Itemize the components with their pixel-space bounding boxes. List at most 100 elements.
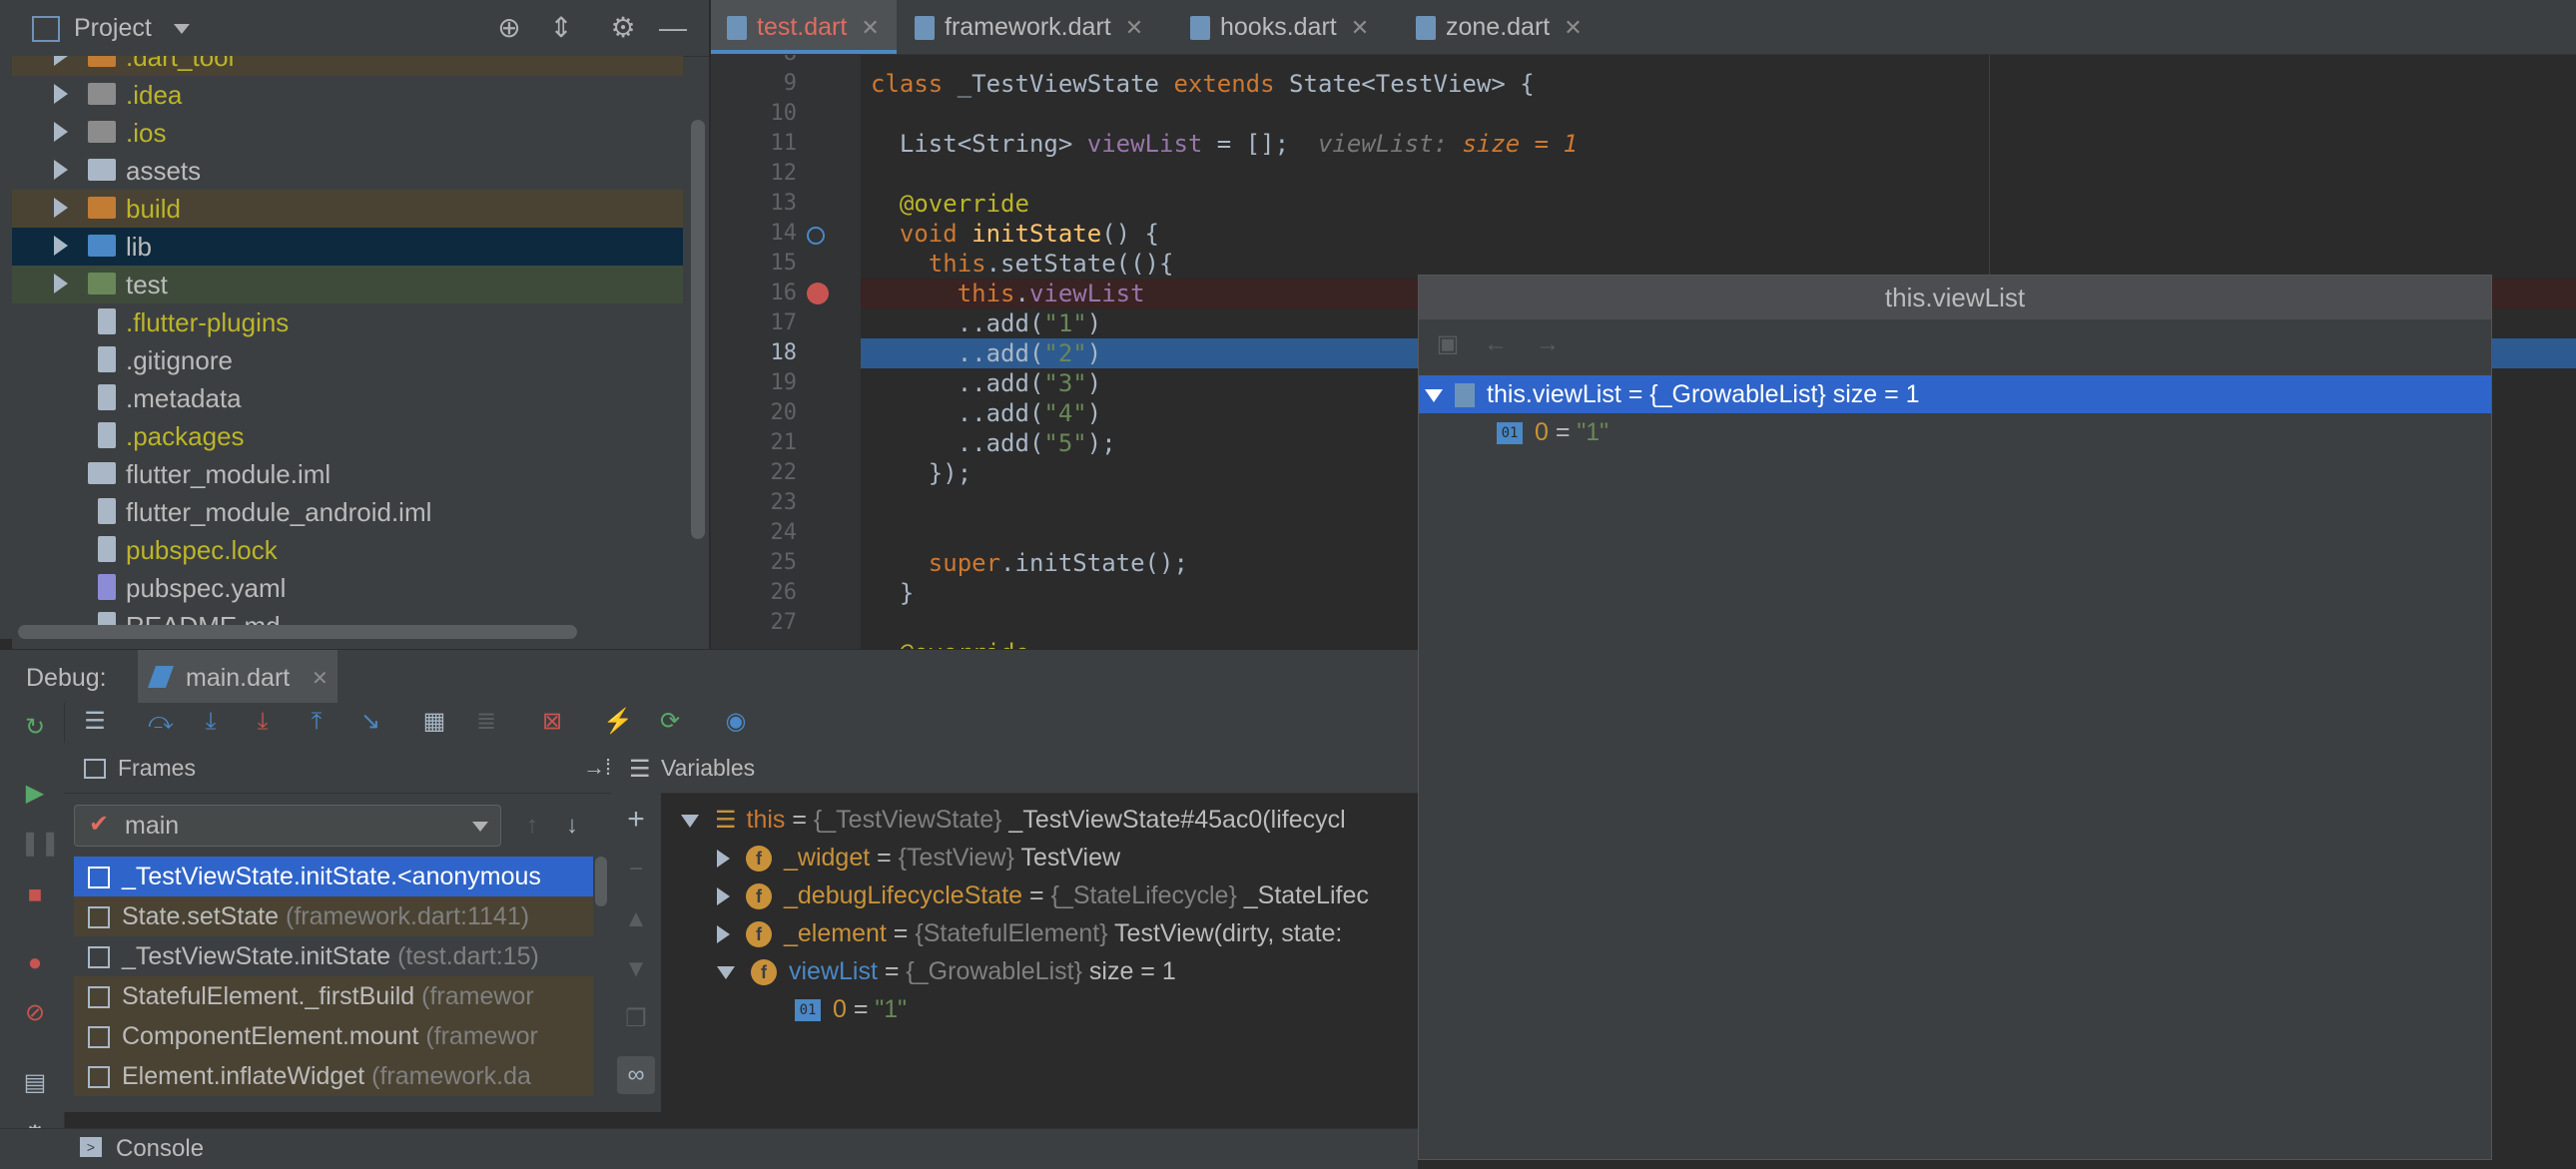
- project-panel: Project ⊕ ⇕ ⚙ — .dart_tool .idea .ios as…: [12, 0, 709, 649]
- mute-breakpoints-icon[interactable]: ⊘: [20, 998, 50, 1028]
- expand-arrow-icon[interactable]: [54, 160, 68, 180]
- tree-item-flutter-module-android-iml[interactable]: flutter_module_android.iml: [12, 493, 683, 531]
- locate-icon[interactable]: ⊕: [493, 12, 525, 44]
- expand-arrow-icon[interactable]: [54, 84, 68, 104]
- expand-arrow-icon[interactable]: [54, 122, 68, 142]
- frame-row[interactable]: _TestViewState.initState (test.dart:15): [74, 936, 593, 976]
- gear-icon[interactable]: ⚙: [607, 12, 639, 44]
- minimize-icon[interactable]: —: [657, 12, 689, 44]
- tree-item-assets[interactable]: assets: [12, 152, 683, 190]
- tree-item-gitignore[interactable]: .gitignore: [12, 341, 683, 379]
- step-over-icon[interactable]: ⤼: [146, 707, 176, 737]
- menu-icon[interactable]: ☰: [80, 707, 110, 737]
- stop-icon[interactable]: ■: [20, 880, 50, 910]
- expand-arrow-icon[interactable]: [54, 274, 68, 293]
- frame-row[interactable]: StatefulElement._firstBuild (framewor: [74, 976, 593, 1016]
- folder-icon: [88, 83, 116, 105]
- frame-row[interactable]: Element.inflateWidget (framework.da: [74, 1056, 593, 1096]
- line-number: 16: [770, 281, 798, 305]
- hot-restart-icon[interactable]: ⟳: [655, 707, 685, 737]
- popup-child-row[interactable]: 01 0 = "1": [1497, 413, 1609, 451]
- collapse-arrow-icon[interactable]: [681, 814, 699, 828]
- debug-label: Debug:: [26, 664, 107, 692]
- tree-item-readme[interactable]: README.md: [12, 607, 683, 625]
- force-step-into-icon[interactable]: ⤓: [248, 707, 278, 737]
- line-number: 26: [770, 580, 798, 605]
- code-line-13: @override: [871, 190, 1029, 218]
- close-icon[interactable]: ✕: [312, 666, 328, 691]
- add-watch-icon[interactable]: +: [621, 805, 651, 835]
- rerun-icon[interactable]: ↻: [20, 713, 50, 743]
- close-icon[interactable]: ✕: [861, 15, 879, 40]
- console-tab[interactable]: Console: [116, 1135, 204, 1163]
- check-icon: ✔: [89, 811, 110, 838]
- tree-item-lib[interactable]: lib: [12, 228, 683, 266]
- close-icon[interactable]: ✕: [1564, 15, 1582, 40]
- variable-row-viewlist[interactable]: f viewList = {_GrowableList} size = 1: [717, 952, 1176, 990]
- expand-arrow-icon[interactable]: [54, 236, 68, 256]
- drop-frame-icon[interactable]: ⊠: [537, 707, 567, 737]
- tree-item-label: flutter_module.iml: [126, 459, 331, 489]
- tree-item-pubspec-lock[interactable]: pubspec.lock: [12, 531, 683, 569]
- tree-item-idea[interactable]: .idea: [12, 76, 683, 114]
- debug-session-tab[interactable]: main.dart ✕: [138, 650, 337, 704]
- hot-reload-icon[interactable]: ⚡: [603, 707, 633, 737]
- step-into-icon[interactable]: ⤓: [196, 707, 226, 737]
- tree-item-dart-tool[interactable]: .dart_tool: [12, 56, 683, 76]
- collapse-arrow-icon[interactable]: [717, 965, 735, 979]
- popup-root-row[interactable]: this.viewList = {_GrowableList} size = 1: [1419, 375, 2491, 413]
- tree-item-pubspec-yaml[interactable]: pubspec.yaml: [12, 569, 683, 607]
- layout-icon[interactable]: ▤: [20, 1068, 50, 1098]
- frame-icon: [88, 1066, 110, 1089]
- collapse-all-icon[interactable]: ⇕: [545, 12, 577, 44]
- variables-icon: ☰: [629, 756, 651, 783]
- frame-row[interactable]: _TestViewState.initState.<anonymous: [74, 857, 593, 896]
- expand-arrow-icon[interactable]: [717, 887, 730, 906]
- evaluate-icon[interactable]: ▦: [419, 707, 449, 737]
- expand-arrow-icon[interactable]: [54, 56, 68, 66]
- open-devtools-icon[interactable]: ◉: [721, 707, 751, 737]
- flutter-icon: [147, 666, 175, 688]
- project-title[interactable]: Project: [74, 14, 152, 43]
- variable-row-widget[interactable]: f _widget = {TestView} TestView: [717, 839, 1120, 877]
- tree-item-metadata[interactable]: .metadata: [12, 379, 683, 417]
- tree-item-ios[interactable]: .ios: [12, 114, 683, 152]
- line-number: 13: [770, 191, 798, 216]
- vertical-scrollbar[interactable]: [691, 120, 705, 539]
- next-frame-icon[interactable]: ↓: [557, 811, 587, 841]
- chevron-down-icon[interactable]: [174, 24, 190, 34]
- variable-row-this[interactable]: ☰ this = {_TestViewState} _TestViewState#…: [681, 801, 1346, 839]
- collapse-arrow-icon[interactable]: [1425, 388, 1443, 402]
- tree-item-test[interactable]: test: [12, 266, 683, 303]
- tab-zone-dart[interactable]: zone.dart ✕: [1400, 0, 1610, 54]
- view-breakpoints-icon[interactable]: ●: [20, 948, 50, 978]
- tab-test-dart[interactable]: test.dart ✕: [711, 0, 897, 54]
- override-marker-icon[interactable]: [807, 227, 825, 245]
- close-icon[interactable]: ✕: [1125, 15, 1143, 40]
- show-watches-icon[interactable]: ∞: [617, 1056, 655, 1094]
- expand-arrow-icon[interactable]: [717, 925, 730, 944]
- step-out-icon[interactable]: ⤒: [302, 707, 331, 737]
- file-icon: [98, 536, 116, 562]
- close-icon[interactable]: ✕: [1351, 15, 1369, 40]
- thread-selector[interactable]: ✔ main: [74, 805, 501, 847]
- variable-row-element[interactable]: f _element = {StatefulElement} TestView(d…: [717, 914, 1342, 952]
- expand-arrow-icon[interactable]: [54, 198, 68, 218]
- breakpoint-icon[interactable]: [807, 283, 829, 304]
- frames-scrollbar[interactable]: [595, 857, 607, 906]
- tab-framework-dart[interactable]: framework.dart ✕: [899, 0, 1170, 54]
- tree-item-flutter-plugins[interactable]: .flutter-plugins: [12, 303, 683, 341]
- pin-icon[interactable]: →⁞: [583, 755, 611, 781]
- tree-item-build[interactable]: build: [12, 190, 683, 228]
- variable-row-debug-lifecycle-state[interactable]: f _debugLifecycleState = {_StateLifecycle…: [717, 877, 1369, 914]
- variable-row-list-item[interactable]: 01 0 = "1": [795, 990, 907, 1028]
- resume-icon[interactable]: ▶: [20, 779, 50, 809]
- horizontal-scrollbar[interactable]: [18, 625, 577, 639]
- tree-item-packages[interactable]: .packages: [12, 417, 683, 455]
- expand-arrow-icon[interactable]: [717, 850, 730, 869]
- tree-item-flutter-module-iml[interactable]: flutter_module.iml: [12, 455, 683, 493]
- run-to-cursor-icon[interactable]: ↘: [355, 707, 385, 737]
- frame-row[interactable]: ComponentElement.mount (framewor: [74, 1016, 593, 1056]
- tab-hooks-dart[interactable]: hooks.dart ✕: [1174, 0, 1396, 54]
- frame-row[interactable]: State.setState (framework.dart:1141): [74, 896, 593, 936]
